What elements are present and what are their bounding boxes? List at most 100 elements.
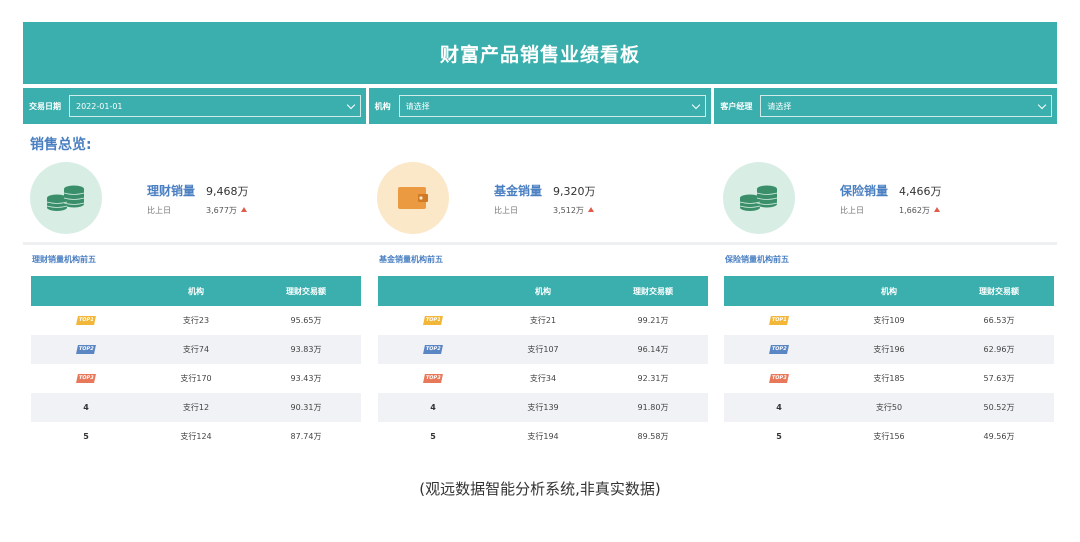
table-row: TOP3 支行170 93.43万 xyxy=(31,364,361,393)
ranking-panel-wealth: 理财销量机构前五 机构 理财交易额 TOP1 支行23 95.65万 TOP2 支行74 93.… xyxy=(31,254,361,451)
page-title: 财富产品销售业绩看板 xyxy=(439,43,640,66)
coin-stack-icon xyxy=(30,162,102,234)
rank-number: 4 xyxy=(776,403,782,412)
kpi-compare-value: 1,662万 xyxy=(899,205,940,216)
filter-label: 客户经理 xyxy=(720,101,753,111)
col-header-org: 机构 xyxy=(188,286,204,296)
date-select-value: 2022-01-01 xyxy=(76,101,123,111)
rank-badge: TOP3 xyxy=(769,374,789,383)
rank-badge: TOP2 xyxy=(76,345,96,354)
rank-cell: TOP1 xyxy=(724,316,834,325)
filter-bar: 交易日期 2022-01-01 机构 请选择 客户经理 请选择 xyxy=(23,88,1058,124)
amount-cell: 57.63万 xyxy=(983,374,1015,383)
footer-caption: (观远数据智能分析系统,非真实数据) xyxy=(419,480,661,498)
rank-badge: TOP1 xyxy=(423,316,443,325)
kpi-value: 9,468万 xyxy=(206,185,249,198)
kpi-name: 理财销量 xyxy=(147,184,196,198)
manager-select[interactable]: 请选择 xyxy=(760,95,1053,117)
rank-cell: 5 xyxy=(378,432,488,441)
chevron-down-icon xyxy=(692,100,701,109)
rank-cell: TOP3 xyxy=(31,374,141,383)
ranking-panel-insurance: 保险销量机构前五 机构 理财交易额 TOP1 支行109 66.53万 TOP2 支行196 6… xyxy=(724,254,1054,451)
table-header: 机构 理财交易额 xyxy=(31,276,361,306)
org-select-value: 请选择 xyxy=(405,101,430,111)
table-row: TOP3 支行34 92.31万 xyxy=(378,364,708,393)
table-row: 4 支行50 50.52万 xyxy=(724,393,1054,422)
table-row: 4 支行12 90.31万 xyxy=(31,393,361,422)
trend-up-icon xyxy=(240,207,247,212)
trend-up-icon xyxy=(587,207,594,212)
kpi-card-wealth: 理财销量 9,468万 比上日 3,677万 xyxy=(30,162,360,238)
org-cell: 支行109 xyxy=(873,316,905,325)
table-row: 5 支行156 49.56万 xyxy=(724,422,1054,451)
table-row: 5 支行194 89.58万 xyxy=(378,422,708,451)
chevron-down-icon xyxy=(346,100,355,109)
filter-date: 交易日期 2022-01-01 xyxy=(23,88,366,124)
table-row: TOP2 支行107 96.14万 xyxy=(378,335,708,364)
kpi-value: 4,466万 xyxy=(899,185,942,198)
org-select[interactable]: 请选择 xyxy=(398,95,707,117)
kpi-compare-value: 3,512万 xyxy=(553,205,594,216)
rank-number: 5 xyxy=(83,432,89,441)
org-cell: 支行156 xyxy=(873,432,905,441)
org-cell: 支行34 xyxy=(529,374,557,383)
amount-cell: 93.43万 xyxy=(290,374,322,383)
table-row: TOP1 支行21 99.21万 xyxy=(378,306,708,335)
col-header-amount: 理财交易额 xyxy=(979,286,1019,296)
kpi-compare-label: 比上日 xyxy=(147,206,171,215)
table-row: TOP1 支行23 95.65万 xyxy=(31,306,361,335)
table-row: TOP2 支行196 62.96万 xyxy=(724,335,1054,364)
amount-cell: 87.74万 xyxy=(290,432,322,441)
kpi-compare-value: 3,677万 xyxy=(206,205,247,216)
table-row: TOP2 支行74 93.83万 xyxy=(31,335,361,364)
org-cell: 支行194 xyxy=(527,432,559,441)
rank-badge: TOP1 xyxy=(769,316,789,325)
kpi-compare-number: 3,512万 xyxy=(553,206,584,215)
panel-title: 保险销量机构前五 xyxy=(725,255,789,264)
table-header: 机构 理财交易额 xyxy=(724,276,1054,306)
amount-cell: 96.14万 xyxy=(637,345,669,354)
col-header-org: 机构 xyxy=(535,286,551,296)
org-cell: 支行21 xyxy=(529,316,557,325)
manager-select-value: 请选择 xyxy=(767,101,792,111)
amount-cell: 50.52万 xyxy=(983,403,1015,412)
rank-cell: TOP2 xyxy=(724,345,834,354)
rank-cell: 5 xyxy=(724,432,834,441)
amount-cell: 99.21万 xyxy=(637,316,669,325)
rank-cell: TOP1 xyxy=(31,316,141,325)
org-cell: 支行124 xyxy=(180,432,212,441)
chevron-down-icon xyxy=(1037,100,1047,109)
rank-badge: TOP3 xyxy=(76,374,96,383)
panel-title: 基金销量机构前五 xyxy=(379,255,443,264)
rank-badge: TOP3 xyxy=(423,374,443,383)
trend-up-icon xyxy=(933,207,940,212)
org-cell: 支行74 xyxy=(182,345,210,354)
overview-title: 销售总览: xyxy=(30,137,92,153)
rank-cell: TOP3 xyxy=(378,374,488,383)
date-select[interactable]: 2022-01-01 xyxy=(69,95,361,117)
table-row: TOP1 支行109 66.53万 xyxy=(724,306,1054,335)
filter-org: 机构 请选择 xyxy=(368,88,712,124)
ranking-panel-fund: 基金销量机构前五 机构 理财交易额 TOP1 支行21 99.21万 TOP2 支行107 96… xyxy=(378,254,708,451)
kpi-name: 保险销量 xyxy=(840,184,889,198)
amount-cell: 90.31万 xyxy=(290,403,322,412)
org-cell: 支行50 xyxy=(875,403,903,412)
table-row: 4 支行139 91.80万 xyxy=(378,393,708,422)
kpi-compare-number: 3,677万 xyxy=(206,206,237,215)
filter-label: 交易日期 xyxy=(29,101,61,111)
kpi-name: 基金销量 xyxy=(494,184,543,198)
amount-cell: 89.58万 xyxy=(637,432,669,441)
org-cell: 支行139 xyxy=(527,403,559,412)
org-cell: 支行12 xyxy=(182,403,210,412)
wallet-icon xyxy=(377,162,449,234)
rank-cell: TOP1 xyxy=(378,316,488,325)
rank-badge: TOP2 xyxy=(769,345,789,354)
amount-cell: 49.56万 xyxy=(983,432,1015,441)
dashboard-header: 财富产品销售业绩看板 xyxy=(23,22,1057,84)
kpi-card-fund: 基金销量 9,320万 比上日 3,512万 xyxy=(377,162,707,238)
rank-cell: 4 xyxy=(378,403,488,412)
rank-badge: TOP1 xyxy=(76,316,96,325)
amount-cell: 93.83万 xyxy=(290,345,322,354)
table-row: TOP3 支行185 57.63万 xyxy=(724,364,1054,393)
rank-cell: 5 xyxy=(31,432,141,441)
